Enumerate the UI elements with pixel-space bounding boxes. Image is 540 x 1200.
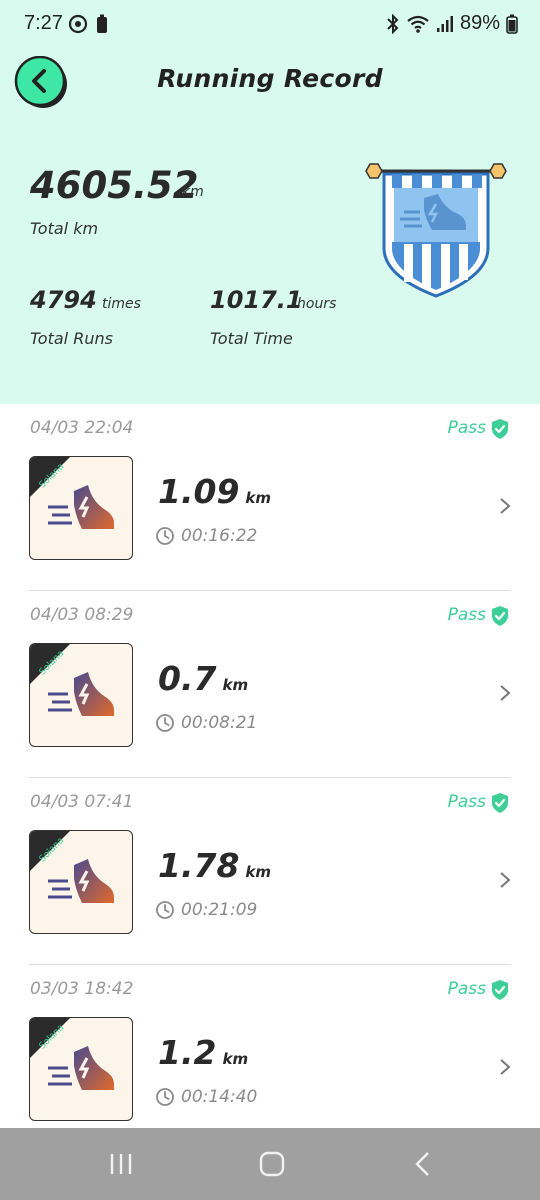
total-time-value: 1017.1 — [210, 286, 303, 314]
total-km-value: 4605.52 — [30, 164, 199, 207]
battery-small-icon — [97, 14, 107, 33]
shoe-icon: Solana — [30, 831, 114, 903]
battery-percent: 89% — [459, 12, 500, 34]
battery-icon — [506, 14, 518, 34]
record-duration: 00:08:21 — [181, 713, 258, 733]
record-item[interactable]: 03/03 18:42 Pass Solana 1.2 km 00:14:40 — [0, 965, 540, 1152]
record-distance-unit: km — [222, 1050, 249, 1068]
status-bar: 7:27 89% — [0, 0, 540, 52]
record-item[interactable]: 04/03 08:29 Pass Solana 0.7 km 00:08:21 — [0, 591, 540, 778]
record-date: 04/03 22:04 — [30, 418, 134, 438]
home-icon[interactable] — [257, 1150, 287, 1178]
clock-icon — [156, 1088, 174, 1106]
record-distance-unit: km — [245, 489, 272, 507]
record-distance-unit: km — [222, 676, 249, 694]
shoe-icon: Solana — [30, 644, 114, 716]
record-duration: 00:21:09 — [181, 900, 258, 920]
record-distance: 0.7 km — [158, 659, 249, 698]
record-thumbnail: Solana — [29, 830, 133, 934]
total-runs-label: Total Runs — [30, 329, 113, 348]
back-icon[interactable] — [408, 1150, 438, 1178]
total-time-unit: hours — [297, 296, 337, 312]
total-runs-value: 4794 — [30, 286, 97, 314]
system-nav-bar — [0, 1128, 540, 1200]
total-time-label: Total Time — [210, 329, 293, 348]
record-status: Pass — [447, 418, 486, 438]
shoe-pennant-badge-icon — [365, 163, 507, 298]
page-title: Running Record — [157, 64, 383, 93]
summary-header: 7:27 89% Running Record 4605.52 km Total… — [0, 0, 540, 404]
record-distance: 1.2 km — [158, 1033, 249, 1072]
wifi-icon — [407, 15, 429, 33]
record-thumbnail: Solana — [29, 1017, 133, 1121]
signal-icon — [436, 15, 453, 32]
record-date: 04/03 08:29 — [30, 605, 134, 625]
recent-apps-icon[interactable] — [106, 1150, 136, 1178]
record-distance: 1.78 km — [158, 846, 272, 885]
shoe-icon: Solana — [30, 1018, 114, 1090]
bluetooth-icon — [387, 13, 399, 34]
shoe-icon: Solana — [30, 457, 114, 529]
total-km-label: Total km — [30, 219, 99, 238]
shield-check-icon — [492, 793, 508, 813]
chevron-right-icon[interactable] — [498, 683, 512, 703]
record-status: Pass — [447, 979, 486, 999]
record-item[interactable]: 04/03 22:04 Pass Solana 1.09 km 00:16:22 — [0, 404, 540, 591]
record-duration: 00:14:40 — [181, 1087, 258, 1107]
total-km-unit: km — [182, 184, 204, 200]
chevron-right-icon[interactable] — [498, 496, 512, 516]
record-duration: 00:16:22 — [181, 526, 258, 546]
clock-icon — [156, 527, 174, 545]
status-time: 7:27 — [24, 12, 63, 34]
shield-check-icon — [492, 980, 508, 1000]
record-status: Pass — [447, 792, 486, 812]
total-runs-unit: times — [102, 296, 141, 312]
record-distance: 1.09 km — [158, 472, 272, 511]
record-item[interactable]: 04/03 07:41 Pass Solana 1.78 km 00:21:09 — [0, 778, 540, 965]
clock-icon — [156, 901, 174, 919]
record-thumbnail: Solana — [29, 643, 133, 747]
shield-check-icon — [492, 419, 508, 439]
record-thumbnail: Solana — [29, 456, 133, 560]
record-date: 03/03 18:42 — [30, 979, 134, 999]
chevron-right-icon[interactable] — [498, 870, 512, 890]
chevron-right-icon[interactable] — [498, 1057, 512, 1077]
target-icon — [68, 14, 88, 34]
shield-check-icon — [492, 606, 508, 626]
record-date: 04/03 07:41 — [30, 792, 134, 812]
record-distance-unit: km — [245, 863, 272, 881]
record-status: Pass — [447, 605, 486, 625]
clock-icon — [156, 714, 174, 732]
